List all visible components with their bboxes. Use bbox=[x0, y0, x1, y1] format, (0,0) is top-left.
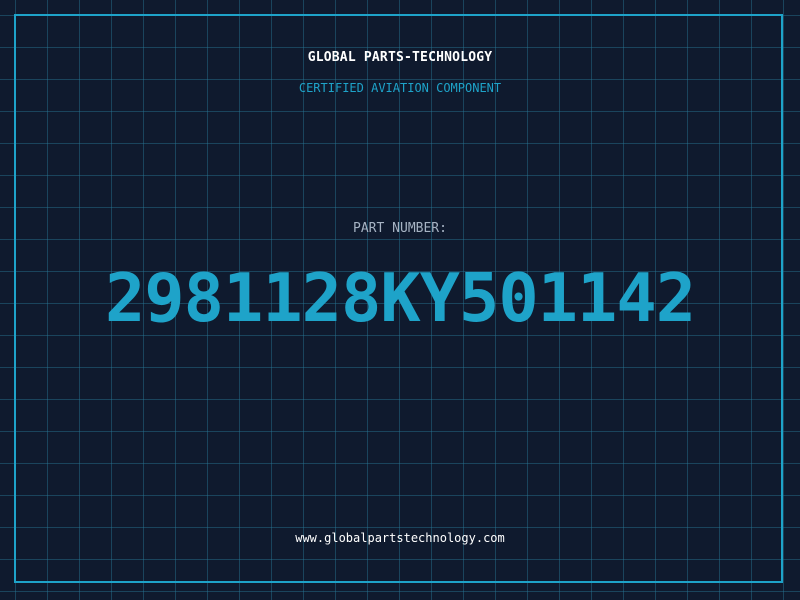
part-number-value: 2981128KY501142 bbox=[104, 259, 696, 337]
part-number-label: PART NUMBER: bbox=[353, 221, 447, 236]
website-url: www.globalpartstechnology.com bbox=[295, 531, 505, 545]
part-label-card: GLOBAL PARTS-TECHNOLOGY CERTIFIED AVIATI… bbox=[0, 0, 800, 600]
company-name: GLOBAL PARTS-TECHNOLOGY bbox=[307, 50, 493, 65]
certification-subtitle: CERTIFIED AVIATION COMPONENT bbox=[298, 81, 502, 95]
